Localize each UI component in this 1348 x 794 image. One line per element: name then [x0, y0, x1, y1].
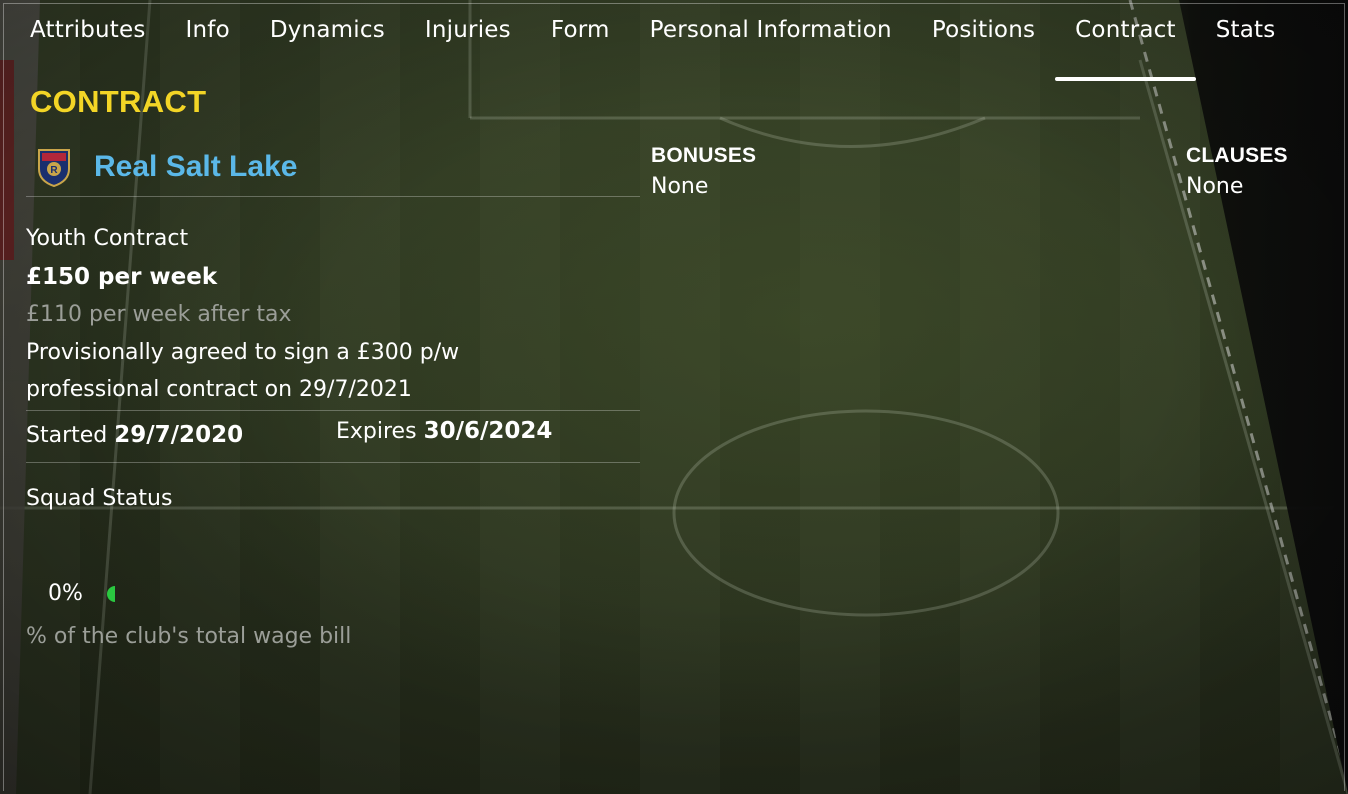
bonuses-value: None: [651, 174, 709, 199]
expires-label: Expires: [336, 419, 417, 444]
provisional-contract-line2: professional contract on 29/7/2021: [26, 377, 412, 402]
clauses-value: None: [1186, 174, 1244, 199]
divider: [26, 410, 640, 411]
section-title: CONTRACT: [30, 84, 207, 119]
squad-status-label: Squad Status: [26, 486, 173, 511]
tab-stats[interactable]: Stats: [1196, 4, 1296, 73]
club-name-link[interactable]: Real Salt Lake: [94, 150, 297, 184]
wage-share-bar: [106, 585, 115, 602]
club-row: R Real Salt Lake: [26, 138, 640, 197]
contract-wage: £150 per week: [26, 264, 218, 290]
started-date: 29/7/2020: [114, 422, 244, 448]
tab-dynamics[interactable]: Dynamics: [250, 4, 405, 73]
tab-positions[interactable]: Positions: [912, 4, 1055, 73]
tab-bar: Attributes Info Dynamics Injuries Form P…: [10, 4, 1338, 81]
tab-form[interactable]: Form: [531, 4, 630, 73]
contract-wage-after-tax: £110 per week after tax: [26, 302, 292, 327]
wage-share-note: % of the club's total wage bill: [26, 624, 352, 649]
bonuses-block: BONUSES None: [651, 144, 756, 199]
bonuses-title: BONUSES: [651, 144, 757, 167]
wage-share-row: 0%: [48, 581, 115, 606]
tab-attributes[interactable]: Attributes: [10, 4, 166, 73]
svg-text:R: R: [50, 165, 58, 176]
tab-contract[interactable]: Contract: [1055, 4, 1196, 81]
contract-type: Youth Contract: [26, 226, 189, 251]
tab-personal-information[interactable]: Personal Information: [630, 4, 912, 73]
divider: [26, 462, 640, 463]
started-label: Started: [26, 423, 108, 448]
contract-dates-row: Started 29/7/2020 Expires 30/6/2024: [26, 418, 640, 458]
tab-injuries[interactable]: Injuries: [405, 4, 531, 73]
clauses-title: CLAUSES: [1186, 144, 1288, 167]
wage-share-percent: 0%: [48, 581, 83, 606]
clauses-block: CLAUSES None: [1186, 144, 1288, 199]
real-salt-lake-crest-icon: R: [38, 149, 70, 187]
tab-info[interactable]: Info: [166, 4, 250, 73]
contract-details: Youth Contract £150 per week £110 per we…: [26, 220, 646, 408]
expires-date: 30/6/2024: [423, 418, 553, 444]
provisional-contract-line1: Provisionally agreed to sign a £300 p/w: [26, 340, 460, 365]
wage-share-bar-fill: [106, 585, 115, 602]
